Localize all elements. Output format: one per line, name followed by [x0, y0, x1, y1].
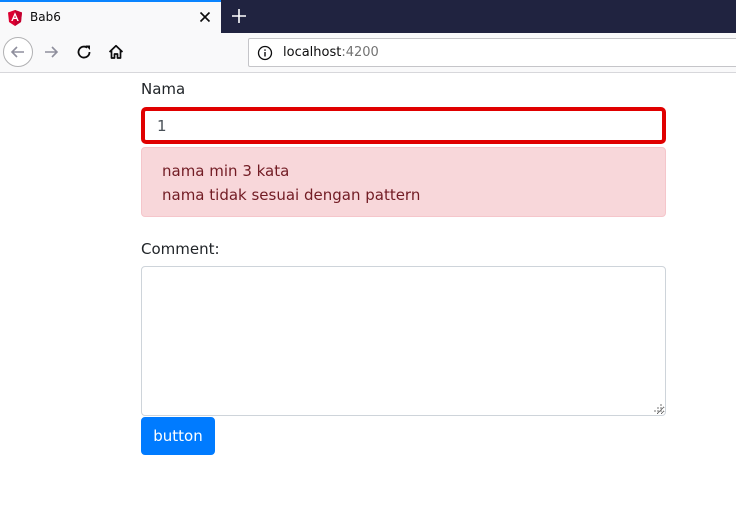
resize-grip-icon[interactable] [653, 403, 663, 413]
navigation-toolbar: localhost:4200 [0, 33, 736, 73]
name-input[interactable] [141, 107, 666, 144]
url-port: :4200 [341, 45, 379, 60]
error-alert: nama min 3 kata nama tidak sesuai dengan… [141, 147, 666, 217]
name-label: Nama [141, 80, 186, 98]
plus-icon[interactable] [230, 7, 248, 25]
forward-button[interactable] [36, 37, 66, 67]
tab-strip: Bab6 [0, 0, 736, 33]
submit-button[interactable]: button [141, 417, 215, 455]
tab-title: Bab6 [30, 10, 61, 24]
comment-label: Comment: [141, 240, 220, 258]
reload-button[interactable] [69, 37, 99, 67]
reload-icon [77, 45, 91, 59]
angular-icon [8, 10, 22, 26]
url-text: localhost:4200 [283, 45, 379, 60]
error-message-min-words: nama min 3 kata [162, 162, 290, 180]
url-host: localhost [283, 45, 342, 60]
error-message-pattern: nama tidak sesuai dengan pattern [162, 186, 421, 204]
comment-textarea[interactable] [141, 266, 666, 416]
home-button[interactable] [101, 37, 131, 67]
back-button[interactable] [3, 37, 33, 67]
tab-bab6[interactable]: Bab6 [0, 0, 221, 33]
arrow-left-icon [10, 46, 24, 58]
info-icon[interactable] [257, 45, 273, 61]
url-bar[interactable]: localhost:4200 [248, 38, 736, 67]
close-icon[interactable] [196, 8, 214, 26]
home-icon [108, 44, 124, 59]
arrow-right-icon [45, 46, 59, 58]
